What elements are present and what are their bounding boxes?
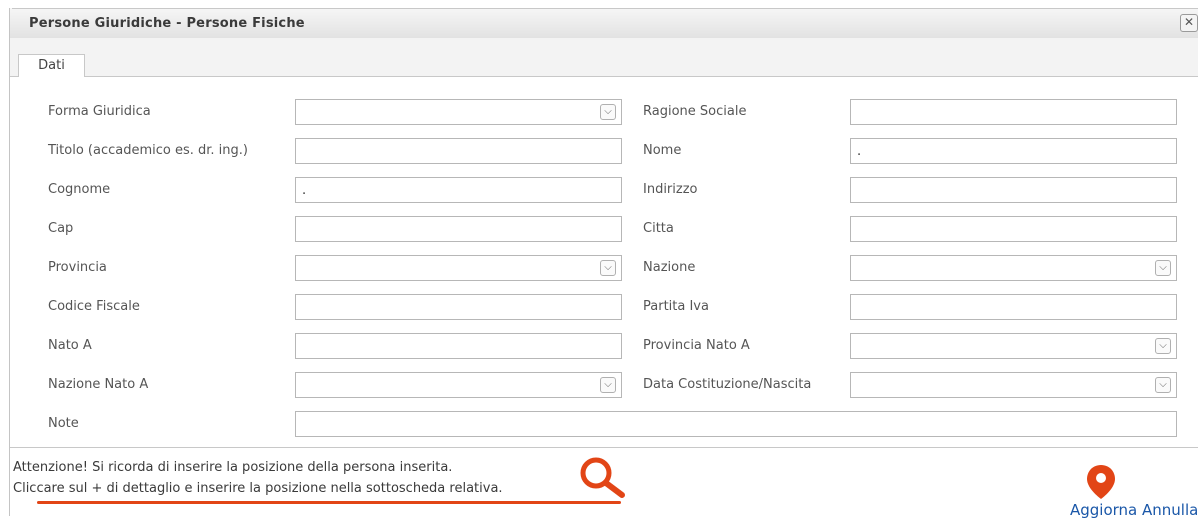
chevron-down-icon[interactable]: ⌵ xyxy=(600,377,616,393)
cap-input[interactable] xyxy=(295,216,622,242)
data-costituzione-label: Data Costituzione/Nascita xyxy=(643,377,812,392)
dialog-titlebar[interactable]: Persone Giuridiche - Persone Fisiche ✕ xyxy=(10,8,1198,39)
data-costituzione-select[interactable]: ⌵ xyxy=(850,372,1177,398)
forma-giuridica-label: Forma Giuridica xyxy=(48,104,151,119)
dialog-title: Persone Giuridiche - Persone Fisiche xyxy=(29,16,305,31)
codice-fiscale-label: Codice Fiscale xyxy=(48,299,140,314)
nazione-nato-a-select[interactable]: ⌵ xyxy=(295,372,622,398)
aggiorna-annulla-link[interactable]: Aggiorna Annulla xyxy=(1070,501,1198,519)
position-warning: Attenzione! Si ricorda di inserire la po… xyxy=(13,457,503,499)
cognome-label: Cognome xyxy=(48,182,111,197)
provincia-label: Provincia xyxy=(48,260,107,275)
magnifier-icon[interactable] xyxy=(576,455,628,499)
cap-label: Cap xyxy=(48,221,74,236)
forma-giuridica-select[interactable]: ⌵ xyxy=(295,99,622,125)
tab-dati[interactable]: Dati xyxy=(18,54,85,77)
tab-bar: Dati xyxy=(10,38,1198,77)
form-row: Nazione Nato A ⌵ Data Costituzione/Nasci… xyxy=(10,372,1198,398)
nome-label: Nome xyxy=(643,143,682,158)
chevron-down-icon[interactable]: ⌵ xyxy=(1155,260,1171,276)
form-row: Titolo (accademico es. dr. ing.) Nome . xyxy=(10,138,1198,164)
map-pin-icon[interactable] xyxy=(1085,463,1117,501)
ragione-sociale-input[interactable] xyxy=(850,99,1177,125)
partita-iva-label: Partita Iva xyxy=(643,299,709,314)
provincia-nato-a-select[interactable]: ⌵ xyxy=(850,333,1177,359)
partita-iva-input[interactable] xyxy=(850,294,1177,320)
nazione-label: Nazione xyxy=(643,260,696,275)
warning-line-1: Attenzione! Si ricorda di inserire la po… xyxy=(13,460,453,475)
indirizzo-label: Indirizzo xyxy=(643,182,698,197)
nome-input[interactable]: . xyxy=(850,138,1177,164)
nazione-nato-a-label: Nazione Nato A xyxy=(48,377,149,392)
annotation-underline xyxy=(37,501,621,504)
form-row: Provincia ⌵ Nazione ⌵ xyxy=(10,255,1198,281)
titolo-input[interactable] xyxy=(295,138,622,164)
form-row: Note xyxy=(10,411,1198,437)
form-row: Nato A Provincia Nato A ⌵ xyxy=(10,333,1198,359)
chevron-down-icon[interactable]: ⌵ xyxy=(1155,377,1171,393)
form-row: Cap Citta xyxy=(10,216,1198,242)
nazione-select[interactable]: ⌵ xyxy=(850,255,1177,281)
provincia-select[interactable]: ⌵ xyxy=(295,255,622,281)
note-input[interactable] xyxy=(295,411,1177,437)
ragione-sociale-label: Ragione Sociale xyxy=(643,104,747,119)
nato-a-label: Nato A xyxy=(48,338,92,353)
citta-input[interactable] xyxy=(850,216,1177,242)
codice-fiscale-input[interactable] xyxy=(295,294,622,320)
top-divider xyxy=(12,8,1198,9)
indirizzo-input[interactable] xyxy=(850,177,1177,203)
form-row: Forma Giuridica ⌵ Ragione Sociale xyxy=(10,99,1198,125)
warning-line-2: Cliccare sul + di dettaglio e inserire l… xyxy=(13,481,503,496)
chevron-down-icon[interactable]: ⌵ xyxy=(600,260,616,276)
top-strip xyxy=(0,0,1198,8)
close-icon[interactable]: ✕ xyxy=(1180,14,1198,32)
note-label: Note xyxy=(48,416,79,431)
nato-a-input[interactable] xyxy=(295,333,622,359)
form-row: Codice Fiscale Partita Iva xyxy=(10,294,1198,320)
chevron-down-icon[interactable]: ⌵ xyxy=(1155,338,1171,354)
chevron-down-icon[interactable]: ⌵ xyxy=(600,104,616,120)
form-row: Cognome . Indirizzo xyxy=(10,177,1198,203)
dialog-window: Persone Giuridiche - Persone Fisiche ✕ D… xyxy=(9,8,1198,519)
cognome-input[interactable]: . xyxy=(295,177,622,203)
form-panel: Forma Giuridica ⌵ Ragione Sociale Titolo… xyxy=(10,77,1198,448)
provincia-nato-a-label: Provincia Nato A xyxy=(643,338,750,353)
citta-label: Citta xyxy=(643,221,674,236)
titolo-label: Titolo (accademico es. dr. ing.) xyxy=(48,143,248,158)
